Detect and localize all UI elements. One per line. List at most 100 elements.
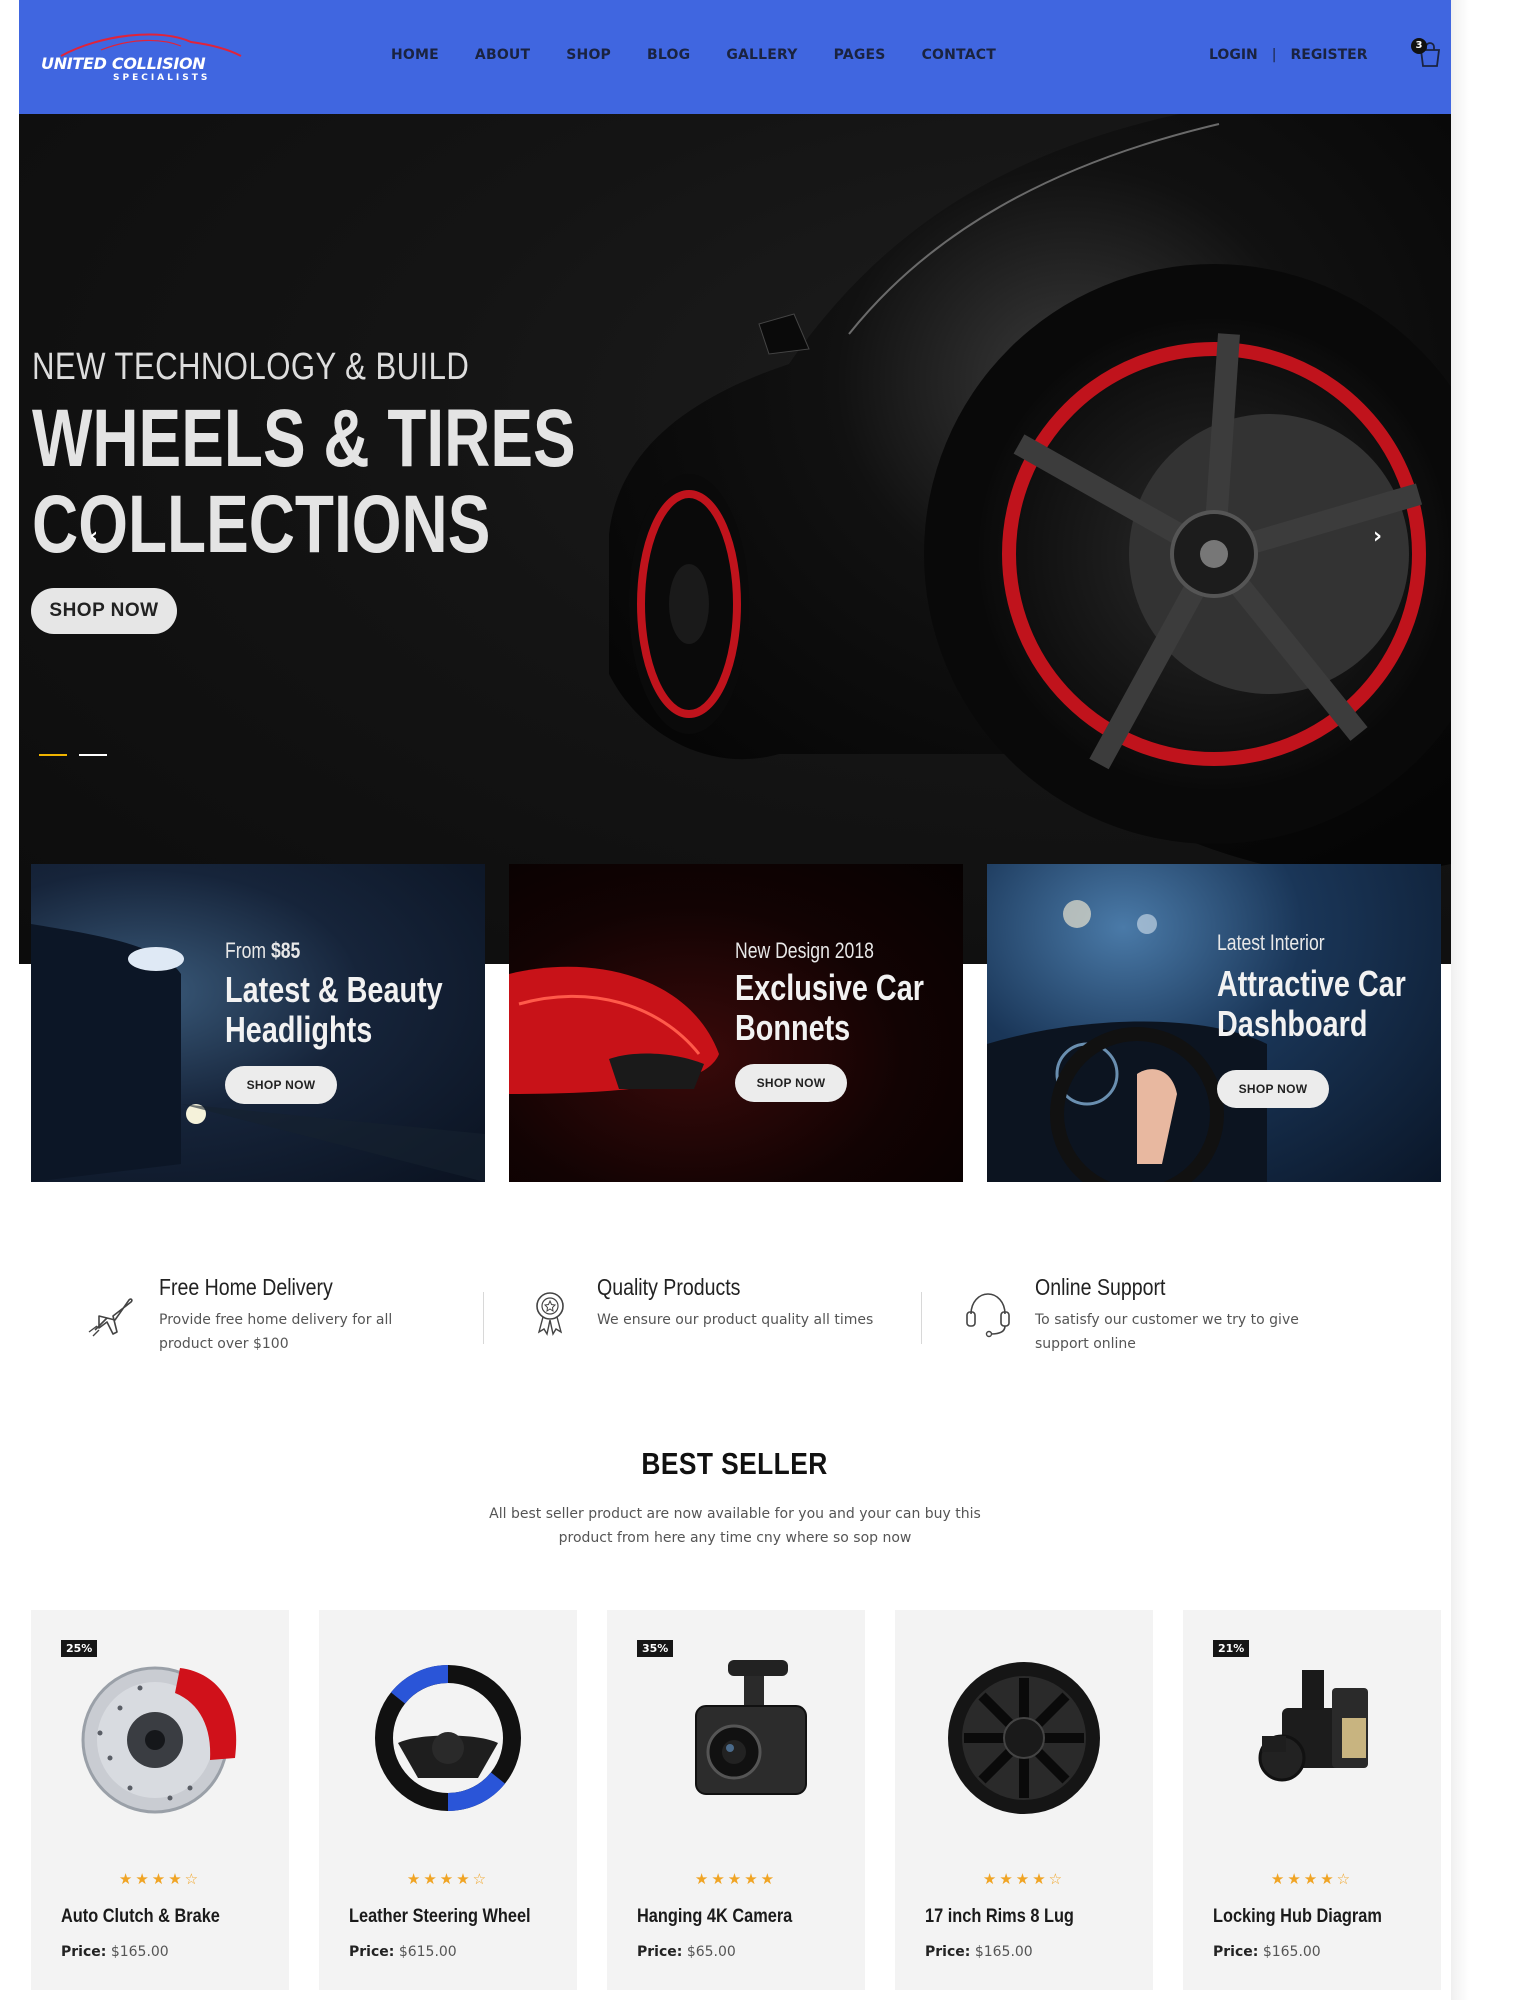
cart-count-badge: 3 — [1411, 38, 1427, 54]
promo-title-line-2: Dashboard — [1217, 1003, 1368, 1044]
feature-description: To satisfy our customer we try to give s… — [1035, 1312, 1299, 1352]
brand-logo[interactable]: UNITED COLLISION SPECIALISTS — [41, 24, 251, 86]
site-header: UNITED COLLISION SPECIALISTS HOME ABOUT … — [19, 0, 1451, 114]
product-price: Price: $615.00 — [349, 1944, 457, 1960]
rim-wheel-image — [948, 1662, 1100, 1814]
product-price: Price: $165.00 — [61, 1944, 169, 1960]
brand-tagline: SPECIALISTS — [113, 73, 211, 83]
auth-separator: | — [1271, 47, 1277, 63]
nav-about[interactable]: ABOUT — [475, 47, 530, 63]
dash-camera-image — [695, 1660, 807, 1795]
nav-home[interactable]: HOME — [391, 47, 439, 63]
price-value: $615.00 — [398, 1944, 457, 1960]
feature-support: Online Support To satisfy our customer w… — [961, 1274, 1381, 1354]
price-label: Price: — [349, 1944, 395, 1960]
hero-subtitle: NEW TECHNOLOGY & BUILD — [32, 346, 470, 388]
cart-button[interactable]: 3 — [1411, 38, 1443, 68]
nav-gallery[interactable]: GALLERY — [726, 47, 797, 63]
feature-delivery: Free Home Delivery Provide free home del… — [85, 1274, 505, 1354]
product-card[interactable]: 35% ★★★★★ Hanging 4K Camera Price: $65.0… — [607, 1610, 865, 1990]
rating-stars-icon: ★★★★★ — [694, 1870, 778, 1888]
price-label: Price: — [637, 1944, 683, 1960]
product-name[interactable]: Auto Clutch & Brake — [61, 1906, 220, 1928]
promo-title-line-1: Exclusive Car — [735, 967, 924, 1008]
feature-quality: Quality Products We ensure our product q… — [523, 1274, 943, 1354]
promo-bonnets[interactable]: New Design 2018 Exclusive Car Bonnets SH… — [509, 864, 963, 1182]
divider — [921, 1292, 922, 1344]
promo-shop-now-button[interactable]: SHOP NOW — [1217, 1070, 1329, 1108]
best-seller-heading: BEST SELLER — [641, 1446, 829, 1481]
product-card[interactable]: 25% ★★★★☆ Auto Clutch & Brake Price: $16… — [31, 1610, 289, 1990]
login-link[interactable]: LOGIN — [1209, 47, 1258, 63]
discount-badge: 21% — [1213, 1640, 1250, 1657]
feature-description: We ensure our product quality all times — [597, 1312, 874, 1328]
nav-contact[interactable]: CONTACT — [922, 47, 996, 63]
promo-dashboard[interactable]: Latest Interior Attractive Car Dashboard… — [987, 864, 1441, 1182]
product-card[interactable]: ★★★★☆ 17 inch Rims 8 Lug Price: $165.00 — [895, 1610, 1153, 1990]
brand-name: UNITED COLLISION — [41, 54, 206, 73]
promo-banners: From $85 Latest & Beauty Headlights SHOP… — [31, 864, 1441, 1182]
feature-title: Quality Products — [597, 1274, 741, 1300]
product-name[interactable]: Locking Hub Diagram — [1213, 1906, 1382, 1928]
promo-subtitle: New Design 2018 — [735, 938, 874, 963]
nav-shop[interactable]: SHOP — [566, 47, 611, 63]
feature-title: Free Home Delivery — [159, 1274, 333, 1300]
main-nav: HOME ABOUT SHOP BLOG GALLERY PAGES CONTA… — [391, 47, 1032, 63]
rating-stars-icon: ★★★★☆ — [1270, 1870, 1354, 1888]
price-value: $165.00 — [110, 1944, 169, 1960]
product-card[interactable]: 21% ★★★★☆ Locking Hub Diagram Price: $16… — [1183, 1610, 1441, 1990]
slider-prev-arrow-icon[interactable]: ‹ — [89, 524, 98, 549]
product-card[interactable]: ★★★★☆ Leather Steering Wheel Price: $615… — [319, 1610, 577, 1990]
auth-links: LOGIN | REGISTER — [1209, 47, 1368, 63]
register-link[interactable]: REGISTER — [1290, 47, 1367, 63]
promo-price: $85 — [270, 938, 301, 963]
rating-stars-icon: ★★★★☆ — [982, 1870, 1066, 1888]
promo-from-text: From — [225, 938, 271, 963]
promo-title: Attractive Car Dashboard — [1217, 964, 1406, 1044]
slider-next-arrow-icon[interactable]: › — [1373, 524, 1382, 549]
section-title: BEST SELLER — [19, 1446, 1451, 1482]
rating-stars-icon: ★★★★☆ — [406, 1870, 490, 1888]
slider-dot[interactable] — [79, 754, 107, 756]
sports-car-image — [609, 114, 1451, 878]
product-price: Price: $165.00 — [1213, 1944, 1321, 1960]
discount-badge: 35% — [637, 1640, 674, 1657]
page-edge-shadow — [1451, 0, 1469, 2000]
page: UNITED COLLISION SPECIALISTS HOME ABOUT … — [19, 0, 1451, 2000]
slider-dot[interactable] — [39, 754, 67, 756]
promo-title-line-2: Bonnets — [735, 1007, 851, 1048]
airplane-delivery-icon — [88, 1298, 133, 1337]
brake-disc-image — [81, 1666, 237, 1814]
promo-title-line-2: Headlights — [225, 1009, 373, 1050]
price-value: $165.00 — [1262, 1944, 1321, 1960]
promo-shop-now-button[interactable]: SHOP NOW — [225, 1066, 337, 1104]
product-grid: 25% ★★★★☆ Auto Clutch & Brake Price: $16… — [31, 1610, 1443, 1990]
award-badge-icon — [536, 1292, 564, 1336]
price-value: $165.00 — [974, 1944, 1033, 1960]
section-description: All best seller product are now availabl… — [489, 1506, 981, 1546]
hero-title-line-1: WHEELS & TIRES — [32, 393, 576, 484]
price-label: Price: — [925, 1944, 971, 1960]
nav-pages[interactable]: PAGES — [834, 47, 886, 63]
headset-support-icon — [966, 1293, 1010, 1338]
steering-wheel-image — [375, 1664, 521, 1812]
nav-blog[interactable]: BLOG — [647, 47, 690, 63]
slider-dots — [39, 754, 107, 756]
product-name[interactable]: Hanging 4K Camera — [637, 1906, 792, 1928]
promo-headlights[interactable]: From $85 Latest & Beauty Headlights SHOP… — [31, 864, 485, 1182]
hero-slider: NEW TECHNOLOGY & BUILD WHEELS & TIRES CO… — [19, 114, 1451, 964]
product-name[interactable]: 17 inch Rims 8 Lug — [925, 1906, 1074, 1928]
promo-title: Exclusive Car Bonnets — [735, 968, 924, 1048]
promo-shop-now-button[interactable]: SHOP NOW — [735, 1064, 847, 1102]
price-label: Price: — [1213, 1944, 1259, 1960]
promo-title: Latest & Beauty Headlights — [225, 970, 443, 1050]
hero-title-line-2: COLLECTIONS — [32, 479, 491, 570]
price-value: $65.00 — [686, 1944, 736, 1960]
promo-title-line-1: Latest & Beauty — [225, 969, 443, 1010]
hero-shop-now-button[interactable]: SHOP NOW — [31, 588, 177, 634]
features-row: Free Home Delivery Provide free home del… — [19, 1260, 1451, 1370]
hero-title: WHEELS & TIRES COLLECTIONS — [32, 396, 576, 568]
product-name[interactable]: Leather Steering Wheel — [349, 1906, 531, 1928]
promo-from-label: From $85 — [225, 938, 300, 964]
feature-title: Online Support — [1035, 1274, 1166, 1300]
